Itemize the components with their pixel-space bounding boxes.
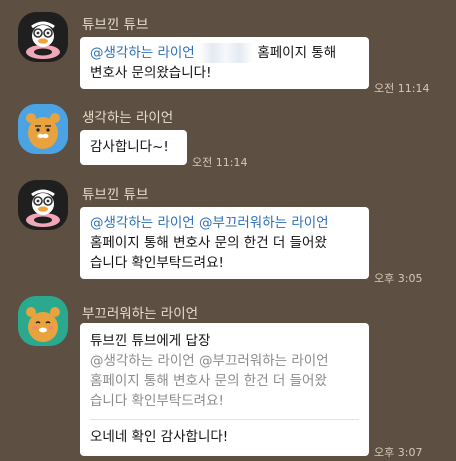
reply-divider — [90, 419, 359, 420]
shy-ryan-icon — [18, 296, 68, 346]
redacted-area — [199, 43, 254, 63]
message-time: 오후 3:05 — [374, 272, 423, 285]
ryan-lion-icon — [18, 104, 68, 154]
sender-name: 튜브낀 튜브 — [82, 187, 149, 203]
message-text: 홈페이지 통해 — [257, 45, 337, 61]
quoted-text: @생각하는 라이언 @부끄러워하는 라이언 — [90, 353, 329, 369]
message-bubble[interactable]: @생각하는 라이언 홈페이지 통해 변호사 문의왔습니다! — [80, 37, 369, 89]
quoted-text: 홈페이지 통해 변호사 문의 한건 더 들어왔 — [90, 373, 327, 389]
message-text: 오네네 확인 감사합니다! — [90, 429, 229, 445]
reply-header: 튜브낀 튜브에게 답장 — [90, 333, 211, 349]
tube-duck-icon — [18, 12, 68, 62]
tube-duck-icon — [18, 180, 68, 230]
reply-bubble[interactable]: 튜브낀 튜브에게 답장 @생각하는 라이언 @부끄러워하는 라이언 홈페이지 통… — [80, 323, 369, 456]
mention[interactable]: @부끄러워하는 라이언 — [199, 215, 329, 231]
message-bubble[interactable]: 감사합니다~! — [80, 130, 187, 165]
ryan-lion-avatar[interactable] — [18, 104, 68, 154]
tube-duck-avatar[interactable] — [18, 180, 68, 230]
message-text: 습니다 확인부탁드려요! — [90, 255, 224, 271]
sender-name: 부끄러워하는 라이언 — [82, 306, 199, 322]
shy-ryan-avatar[interactable] — [18, 296, 68, 346]
sender-name: 튜브낀 튜브 — [82, 17, 149, 33]
quoted-text: 습니다 확인부탁드려요! — [90, 393, 224, 409]
message-text: 변호사 문의왔습니다! — [90, 65, 212, 81]
message-text: 홈페이지 통해 변호사 문의 한건 더 들어왔 — [90, 235, 327, 251]
message-text: 감사합니다~! — [90, 139, 169, 155]
message-time: 오전 11:14 — [374, 82, 430, 95]
message-time: 오후 3:07 — [374, 446, 423, 459]
message-bubble[interactable]: @생각하는 라이언 @부끄러워하는 라이언 홈페이지 통해 변호사 문의 한건 … — [80, 207, 369, 279]
mention[interactable]: @생각하는 라이언 — [90, 215, 195, 231]
sender-name: 생각하는 라이언 — [82, 110, 174, 126]
message-time: 오전 11:14 — [192, 156, 248, 169]
mention[interactable]: @생각하는 라이언 — [90, 45, 195, 61]
tube-duck-avatar[interactable] — [18, 12, 68, 62]
